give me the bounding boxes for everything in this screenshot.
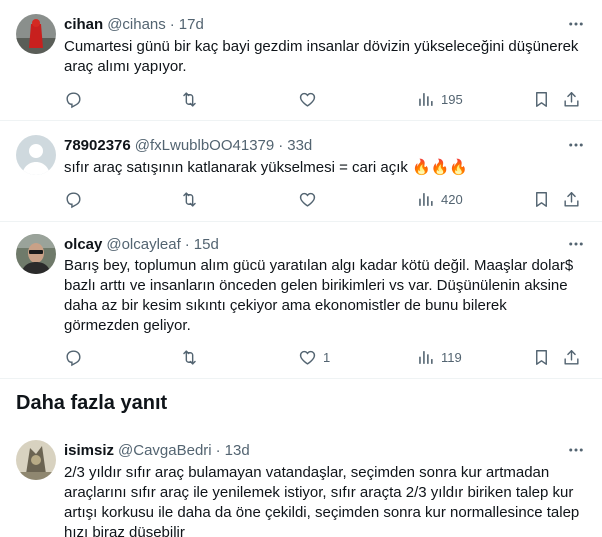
reply-button[interactable] bbox=[64, 89, 89, 109]
author-name[interactable]: olcay bbox=[64, 236, 102, 253]
heart-icon bbox=[299, 92, 316, 107]
reply-icon bbox=[66, 191, 81, 208]
author-handle[interactable]: @cihans bbox=[107, 16, 166, 33]
retweet-button[interactable] bbox=[180, 189, 205, 209]
views-button[interactable]: 420 bbox=[416, 189, 463, 209]
share-icon bbox=[564, 349, 579, 365]
bookmark-icon bbox=[536, 91, 547, 107]
retweet-button[interactable] bbox=[180, 89, 205, 109]
tweet-text: Barış bey, toplumun alım gücü yaratılan … bbox=[64, 257, 574, 334]
tweet-text-body: sıfır araç satışının katlanarak yükselme… bbox=[64, 159, 408, 176]
like-button[interactable] bbox=[298, 189, 323, 209]
retweet-icon bbox=[183, 91, 196, 107]
avatar[interactable] bbox=[16, 14, 56, 54]
bookmark-icon bbox=[536, 191, 547, 207]
tweet-4[interactable]: isimsiz @CavgaBedri · 13d 2/3 yıldır sıf… bbox=[0, 430, 602, 537]
more-horizontal-icon[interactable] bbox=[566, 14, 586, 34]
bookmark-button[interactable] bbox=[532, 189, 551, 209]
more-horizontal-icon[interactable] bbox=[566, 135, 586, 155]
author-name[interactable]: cihan bbox=[64, 16, 103, 33]
author-name[interactable]: 78902376 bbox=[64, 137, 131, 154]
reply-button[interactable] bbox=[64, 347, 89, 367]
avatar[interactable] bbox=[16, 440, 56, 480]
tweet-3[interactable]: olcay @olcayleaf · 15d Barış bey, toplum… bbox=[0, 222, 602, 379]
reply-icon bbox=[66, 349, 81, 366]
author-name[interactable]: isimsiz bbox=[64, 442, 114, 459]
like-button[interactable]: 1 bbox=[298, 347, 330, 367]
more-horizontal-icon[interactable] bbox=[566, 234, 586, 254]
reply-icon bbox=[66, 91, 81, 108]
separator-dot: · bbox=[169, 15, 175, 33]
share-button[interactable] bbox=[562, 189, 581, 209]
avatar[interactable] bbox=[16, 135, 56, 175]
separator-dot: · bbox=[278, 136, 284, 154]
tweet-text: sıfır araç satışının katlanarak yükselme… bbox=[64, 158, 584, 178]
avatar[interactable] bbox=[16, 234, 56, 274]
more-horizontal-icon[interactable] bbox=[566, 440, 586, 460]
like-count: 1 bbox=[323, 349, 331, 365]
section-title-more-replies: Daha fazla yanıt bbox=[16, 392, 168, 414]
tweet-text: 2/3 yıldır sıfır araç bulamayan vatandaş… bbox=[64, 464, 580, 537]
retweet-icon bbox=[183, 191, 196, 207]
view-count: 119 bbox=[441, 349, 462, 365]
action-bar: 1 119 bbox=[56, 347, 582, 367]
like-button[interactable] bbox=[298, 89, 323, 109]
author-handle[interactable]: @olcayleaf bbox=[106, 236, 180, 253]
timestamp[interactable]: 15d bbox=[194, 236, 219, 253]
view-count: 420 bbox=[441, 191, 463, 207]
bookmark-button[interactable] bbox=[532, 89, 551, 109]
heart-icon bbox=[299, 192, 316, 207]
share-button[interactable] bbox=[562, 89, 581, 109]
views-icon bbox=[419, 92, 433, 106]
separator-dot: · bbox=[215, 441, 221, 459]
timestamp[interactable]: 13d bbox=[225, 442, 250, 459]
retweet-button[interactable] bbox=[180, 347, 205, 367]
view-count: 195 bbox=[441, 91, 463, 107]
author-handle[interactable]: @CavgaBedri bbox=[118, 442, 212, 459]
share-icon bbox=[564, 91, 579, 107]
action-bar: 420 bbox=[56, 189, 582, 209]
views-icon bbox=[419, 350, 433, 364]
reply-button[interactable] bbox=[64, 189, 89, 209]
views-icon bbox=[419, 192, 433, 206]
tweet-1[interactable]: cihan @cihans · 17d Cumartesi günü bir k… bbox=[0, 0, 602, 121]
tweet-2[interactable]: 78902376 @fxLwublbOO41379 · 33d sıfır ar… bbox=[0, 121, 602, 222]
views-button[interactable]: 195 bbox=[416, 89, 463, 109]
fire-emoji: 🔥🔥🔥 bbox=[412, 159, 469, 176]
retweet-icon bbox=[183, 349, 196, 365]
tweet-text: Cumartesi günü bir kaç bayi gezdim insan… bbox=[64, 38, 579, 75]
heart-icon bbox=[299, 350, 316, 365]
bookmark-icon bbox=[536, 349, 547, 365]
share-button[interactable] bbox=[562, 347, 581, 367]
share-icon bbox=[564, 191, 579, 207]
action-bar: 195 bbox=[56, 89, 582, 109]
separator-dot: · bbox=[184, 235, 190, 253]
timestamp[interactable]: 33d bbox=[287, 137, 312, 154]
bookmark-button[interactable] bbox=[532, 347, 551, 367]
views-button[interactable]: 119 bbox=[416, 347, 462, 367]
timestamp[interactable]: 17d bbox=[179, 16, 204, 33]
author-handle[interactable]: @fxLwublbOO41379 bbox=[135, 137, 274, 154]
